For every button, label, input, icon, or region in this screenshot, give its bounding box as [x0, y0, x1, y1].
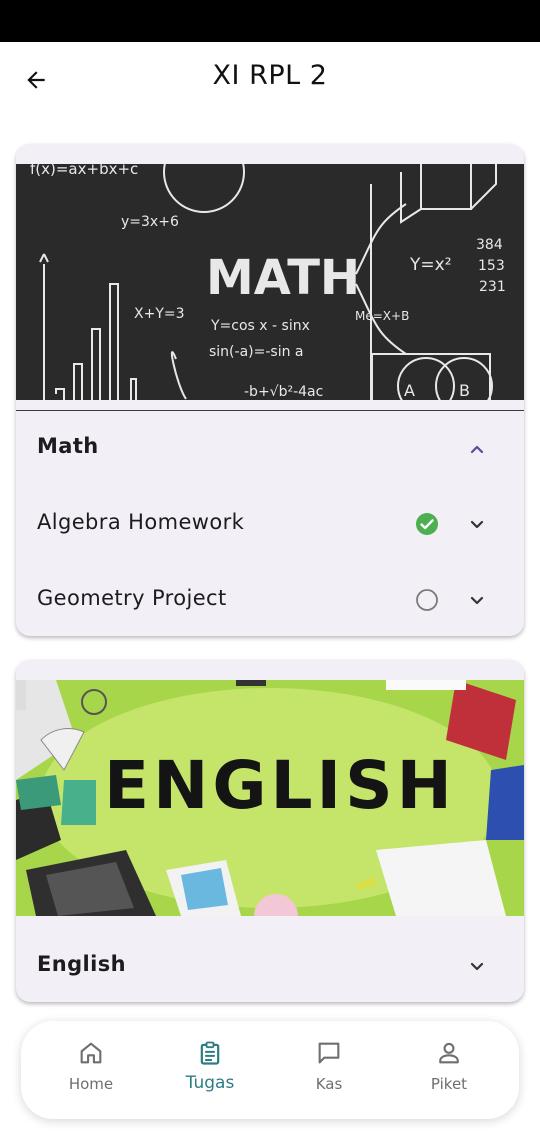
- check-circle-icon[interactable]: [415, 512, 439, 536]
- subject-title: Math: [37, 434, 99, 458]
- svg-text:B: B: [459, 381, 470, 400]
- svg-text:384: 384: [476, 237, 503, 253]
- nav-label: Home: [68, 1075, 114, 1093]
- svg-text:231: 231: [479, 279, 506, 295]
- subject-card-math: f(x)=ax+bx+c y=3x+6 X+Y=3 Y=cos x - sinx…: [16, 144, 524, 636]
- app-bar: XI RPL 2: [0, 42, 540, 118]
- svg-text:-b+√b²-4ac: -b+√b²-4ac: [244, 384, 323, 400]
- svg-text:ENGLISH: ENGLISH: [104, 747, 456, 824]
- svg-text:153: 153: [478, 258, 505, 274]
- nav-label: Tugas: [185, 1073, 235, 1093]
- bottom-navigation: Home Tugas Kas Piket: [21, 1021, 519, 1119]
- nav-label: Piket: [430, 1075, 468, 1093]
- svg-text:MATH: MATH: [206, 250, 360, 306]
- nav-item-tugas[interactable]: Tugas: [155, 1039, 265, 1101]
- subject-card-english: ENGLISH English: [16, 660, 524, 1002]
- empty-circle-icon[interactable]: [415, 588, 439, 612]
- clipboard-icon: [200, 1041, 220, 1065]
- task-row-geometry-project[interactable]: Geometry Project: [16, 564, 524, 636]
- svg-text:A: A: [404, 381, 415, 400]
- svg-text:f(x)=ax+bx+c: f(x)=ax+bx+c: [30, 164, 138, 178]
- task-name: Geometry Project: [37, 586, 227, 610]
- home-icon: [80, 1042, 102, 1064]
- task-name: Algebra Homework: [37, 510, 245, 534]
- status-bar: [0, 0, 540, 42]
- subject-title: English: [37, 952, 126, 976]
- subject-header-math[interactable]: Math: [16, 412, 524, 486]
- nav-item-home[interactable]: Home: [36, 1039, 146, 1101]
- svg-text:Me=X+B: Me=X+B: [355, 309, 409, 323]
- chevron-up-icon: [463, 436, 491, 464]
- svg-text:Y=cos x - sinx: Y=cos x - sinx: [210, 318, 310, 334]
- chevron-down-icon[interactable]: [463, 586, 491, 614]
- nav-label: Kas: [315, 1075, 343, 1093]
- svg-text:X+Y=3: X+Y=3: [134, 306, 185, 322]
- page-title: XI RPL 2: [212, 60, 328, 91]
- person-icon: [439, 1042, 459, 1064]
- nav-item-piket[interactable]: Piket: [394, 1039, 504, 1101]
- svg-text:Y=x²: Y=x²: [409, 255, 452, 275]
- nav-item-kas[interactable]: Kas: [274, 1039, 384, 1101]
- task-row-algebra-homework[interactable]: Algebra Homework: [16, 488, 524, 560]
- chevron-down-icon[interactable]: [463, 510, 491, 538]
- chevron-down-icon: [463, 952, 491, 980]
- math-banner-image: f(x)=ax+bx+c y=3x+6 X+Y=3 Y=cos x - sinx…: [16, 164, 524, 400]
- english-banner-image: ENGLISH: [16, 680, 524, 916]
- svg-text:y=3x+6: y=3x+6: [121, 214, 179, 230]
- subject-header-english[interactable]: English: [16, 930, 524, 1002]
- card-divider: [16, 410, 524, 411]
- svg-text:sin(-a)=-sin a: sin(-a)=-sin a: [209, 344, 303, 360]
- chat-icon: [318, 1042, 340, 1064]
